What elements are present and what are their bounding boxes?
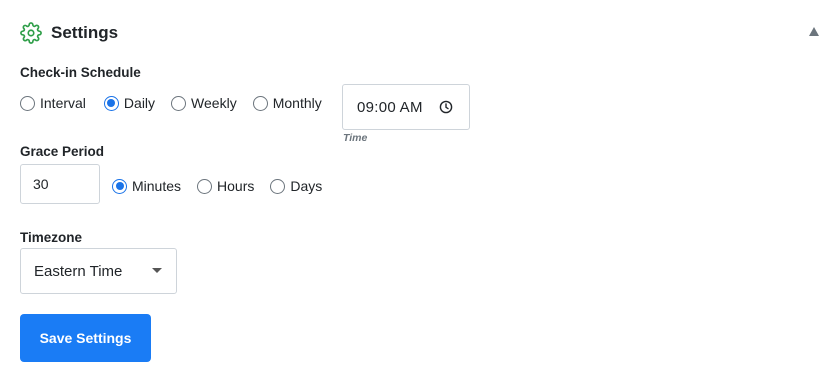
timezone-selected-value: Eastern Time [34,262,123,280]
timezone-label: Timezone [20,230,83,245]
time-caption: Time [343,132,368,144]
schedule-option-monthly[interactable]: Monthly [252,95,322,111]
timezone-select[interactable]: Eastern Time [20,248,177,294]
radio-days[interactable] [270,178,286,194]
schedule-option-daily[interactable]: Daily [103,95,156,111]
radio-hours[interactable] [197,178,213,194]
grace-period-input[interactable]: 30 [20,164,100,204]
radio-daily[interactable] [103,95,119,111]
schedule-radio-group: Interval Daily Weekly Monthly [20,95,322,111]
schedule-label: Check-in Schedule [20,65,141,80]
grace-unit-days[interactable]: Days [270,178,322,194]
grace-period-value: 30 [33,176,49,192]
radio-weekly[interactable] [171,95,187,111]
page-title: Settings [51,23,119,42]
radio-monthly[interactable] [252,95,268,111]
schedule-option-interval[interactable]: Interval [20,95,86,111]
schedule-option-weekly[interactable]: Weekly [171,95,237,111]
radio-label: Monthly [272,95,322,111]
grace-label: Grace Period [20,144,105,159]
triangle-up-icon [809,27,819,36]
radio-label: Hours [217,178,255,194]
grace-unit-radio-group: Minutes Hours Days [112,178,322,194]
radio-label: Weekly [191,95,237,111]
radio-label: Days [290,178,323,194]
radio-label: Daily [123,95,156,111]
settings-panel: Settings Check-in Schedule Interval Dail… [0,0,840,376]
radio-minutes[interactable] [112,178,127,194]
save-settings-button[interactable]: Save Settings [20,314,151,362]
grace-unit-minutes[interactable]: Minutes [112,178,181,194]
radio-label: Interval [40,95,86,111]
radio-label: Minutes [132,178,182,194]
gear-icon [20,22,42,44]
clock-icon[interactable] [439,100,453,114]
grace-unit-hours[interactable]: Hours [197,178,254,194]
time-value: 09:00 AM [357,98,423,116]
settings-header: Settings [20,21,118,45]
collapse-toggle[interactable] [807,25,821,39]
caret-down-icon [152,268,162,273]
time-input[interactable]: 09:00 AM [342,84,470,130]
radio-interval[interactable] [20,95,35,111]
